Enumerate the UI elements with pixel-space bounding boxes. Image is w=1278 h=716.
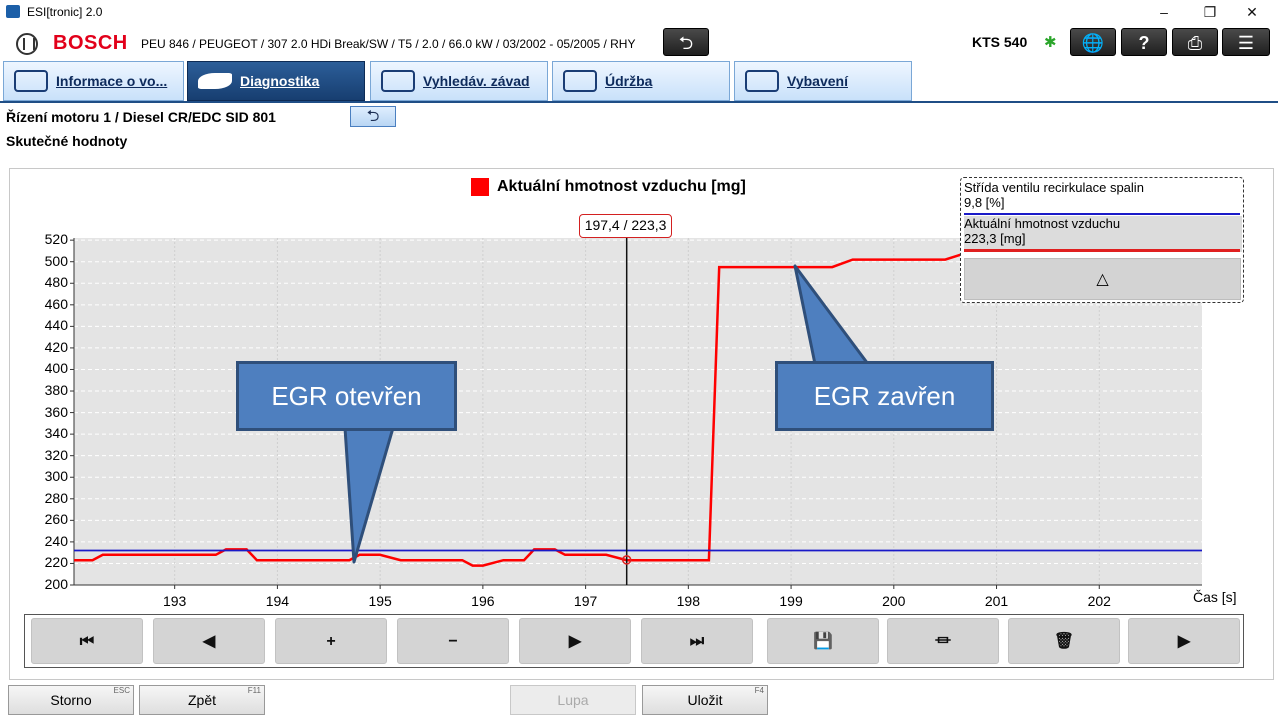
callout-egr-closed: EGR zavřen bbox=[775, 361, 994, 431]
floppy-disk-icon: 💾 bbox=[813, 633, 833, 650]
trash-icon: 🗑 bbox=[1053, 633, 1075, 650]
chart-settings-button[interactable]: ⏛ bbox=[887, 618, 999, 664]
go-start-button[interactable]: ⏮ bbox=[31, 618, 143, 664]
skip-start-icon: ⏮ bbox=[79, 633, 95, 650]
zoom-out-button[interactable]: − bbox=[397, 618, 509, 664]
step-forward-button[interactable]: ▶ bbox=[519, 618, 631, 664]
chart-settings-icon: ⏛ bbox=[934, 633, 951, 650]
step-forward-icon: ▶ bbox=[568, 633, 582, 650]
save-recording-button[interactable]: 💾 bbox=[767, 618, 879, 664]
step-back-icon: ◀ bbox=[202, 633, 216, 650]
back-button[interactable]: Zpět F11 bbox=[139, 685, 265, 715]
button-label: Uložit bbox=[687, 692, 723, 708]
storno-button[interactable]: Storno ESC bbox=[8, 685, 134, 715]
go-end-button[interactable]: ⏭ bbox=[641, 618, 753, 664]
delete-button[interactable]: 🗑 bbox=[1008, 618, 1120, 664]
zoom-in-button[interactable]: + bbox=[275, 618, 387, 664]
callout-pointer-egr-closed bbox=[793, 264, 870, 366]
button-label: Lupa bbox=[557, 692, 589, 708]
callout-egr-open: EGR otevřen bbox=[236, 361, 457, 431]
callout-text: EGR zavřen bbox=[813, 380, 956, 411]
play-button[interactable]: ▶ bbox=[1128, 618, 1240, 664]
shortcut-key: F4 bbox=[754, 686, 764, 695]
button-label: Zpět bbox=[187, 692, 216, 708]
callout-pointers bbox=[343, 264, 870, 564]
callout-text: EGR otevřen bbox=[271, 380, 422, 411]
shortcut-key: F11 bbox=[247, 686, 261, 695]
skip-end-icon: ⏭ bbox=[689, 633, 705, 650]
minus-icon: − bbox=[448, 633, 458, 650]
play-icon: ▶ bbox=[1177, 633, 1191, 650]
plus-icon: + bbox=[326, 633, 336, 650]
callout-pointer-egr-open bbox=[343, 426, 395, 564]
step-back-button[interactable]: ◀ bbox=[153, 618, 265, 664]
save-button[interactable]: Uložit F4 bbox=[642, 685, 768, 715]
button-label: Storno bbox=[50, 692, 92, 708]
zoom-lupa-button[interactable]: Lupa bbox=[510, 685, 636, 715]
shortcut-key: ESC bbox=[113, 686, 130, 695]
